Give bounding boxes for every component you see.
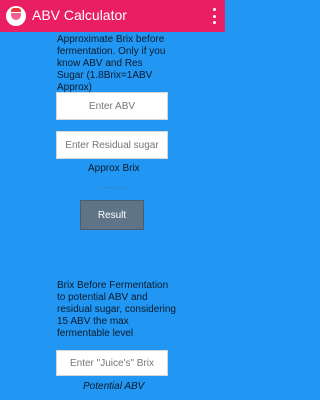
section2-description: Brix Before Fermentation to potential AB… (57, 280, 176, 339)
approx-brix-value: ........ (100, 180, 129, 190)
juice-brix-input[interactable] (56, 350, 168, 376)
abv-input[interactable] (56, 92, 168, 120)
section1-description: Approximate Brix before fermentation. On… (57, 34, 166, 93)
app-title: ABV Calculator (32, 7, 127, 23)
app-bar: ABV Calculator (0, 0, 225, 32)
app-logo-icon (6, 6, 26, 26)
potential-abv-label: Potential ABV (83, 381, 145, 392)
approx-brix-label: Approx Brix (88, 163, 140, 174)
residual-sugar-input[interactable] (56, 131, 168, 159)
overflow-menu-icon[interactable] (213, 8, 217, 24)
result-button[interactable]: Result (80, 200, 144, 230)
